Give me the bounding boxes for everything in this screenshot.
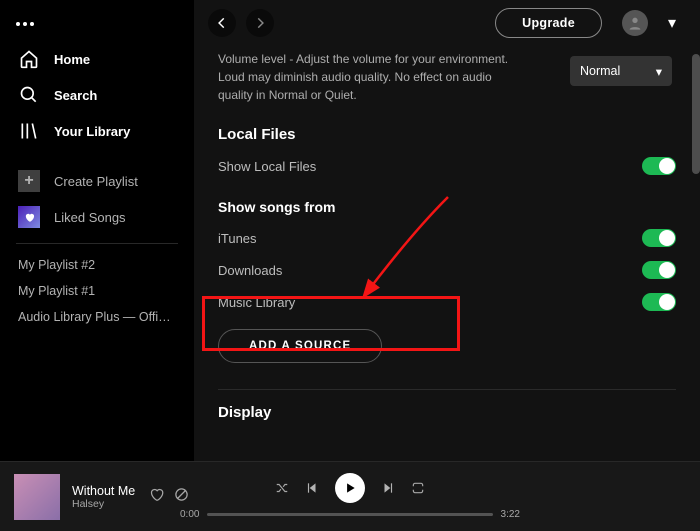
source-label: Music Library: [218, 295, 295, 310]
album-cover[interactable]: [14, 474, 60, 520]
nav-library-label: Your Library: [54, 124, 130, 139]
playlist-item[interactable]: My Playlist #2: [0, 252, 194, 278]
nav-home[interactable]: Home: [0, 41, 194, 77]
nav-library[interactable]: Your Library: [0, 113, 194, 149]
scrollbar[interactable]: [692, 54, 700, 174]
heart-icon: [18, 206, 40, 228]
forward-button[interactable]: [246, 9, 274, 37]
user-avatar[interactable]: [622, 10, 648, 36]
liked-songs-label: Liked Songs: [54, 210, 126, 225]
show-local-toggle[interactable]: [642, 157, 676, 175]
source-label: iTunes: [218, 231, 257, 246]
show-songs-header: Show songs from: [218, 199, 676, 215]
shuffle-button[interactable]: [275, 481, 289, 495]
library-icon: [18, 120, 40, 142]
source-toggle-music-library[interactable]: [642, 293, 676, 311]
nav-home-label: Home: [54, 52, 90, 67]
source-toggle-downloads[interactable]: [642, 261, 676, 279]
total-time: 3:22: [501, 509, 520, 520]
add-source-button[interactable]: ADD A SOURCE: [218, 329, 382, 363]
nav-search-label: Search: [54, 88, 97, 103]
plus-icon: +: [18, 170, 40, 192]
track-artist[interactable]: Halsey: [72, 498, 135, 510]
previous-button[interactable]: [305, 481, 319, 495]
source-label: Downloads: [218, 263, 282, 278]
nav-search[interactable]: Search: [0, 77, 194, 113]
create-playlist-label: Create Playlist: [54, 174, 138, 189]
playlist-item[interactable]: Audio Library Plus — Officia...: [0, 304, 194, 330]
liked-songs[interactable]: Liked Songs: [0, 199, 194, 235]
back-button[interactable]: [208, 9, 236, 37]
home-icon: [18, 48, 40, 70]
sidebar-divider: [16, 243, 178, 244]
section-divider: [218, 389, 676, 390]
local-files-header: Local Files: [218, 126, 676, 143]
progress-bar[interactable]: [207, 513, 492, 516]
play-button[interactable]: [335, 473, 365, 503]
playlist-item[interactable]: My Playlist #1: [0, 278, 194, 304]
next-button[interactable]: [381, 481, 395, 495]
show-local-label: Show Local Files: [218, 159, 316, 174]
search-icon: [18, 84, 40, 106]
like-track-button[interactable]: [149, 487, 164, 507]
volume-help-text: Volume level - Adjust the volume for you…: [218, 50, 528, 104]
window-menu-icon[interactable]: [0, 8, 194, 35]
display-header: Display: [218, 404, 676, 421]
current-time: 0:00: [180, 509, 199, 520]
repeat-button[interactable]: [411, 481, 425, 495]
source-toggle-itunes[interactable]: [642, 229, 676, 247]
account-menu[interactable]: ▾: [658, 13, 686, 33]
upgrade-button[interactable]: Upgrade: [495, 8, 602, 38]
create-playlist[interactable]: + Create Playlist: [0, 163, 194, 199]
track-title[interactable]: Without Me: [72, 484, 135, 498]
